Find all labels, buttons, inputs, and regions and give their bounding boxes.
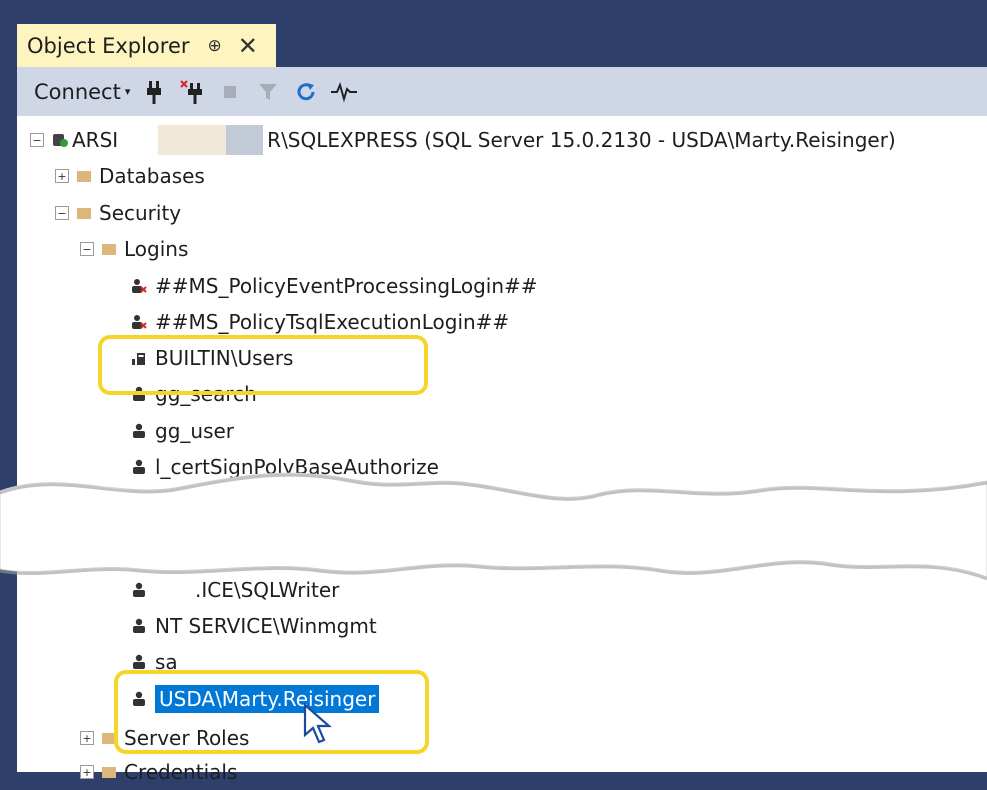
server-name-suffix: R\SQLEXPRESS (SQL Server 15.0.2130 - USD… [267, 128, 896, 152]
tree-node-security[interactable]: − Security [55, 195, 181, 231]
filter-icon[interactable] [254, 77, 282, 107]
tree-node-server[interactable]: − ARSI R\SQLEXPRESS (SQL Server 15.0.213… [30, 122, 896, 158]
pin-icon[interactable]: ⊕ [208, 36, 222, 56]
chevron-down-icon[interactable]: ▾ [125, 85, 131, 98]
database-server-icon [53, 134, 68, 147]
stop-icon[interactable] [216, 77, 244, 107]
connect-button[interactable]: Connect ▾ [34, 77, 130, 107]
login-item[interactable]: gg_user [131, 413, 234, 449]
disabled-user-icon [132, 279, 147, 293]
folder-icon [77, 170, 91, 182]
user-icon [133, 423, 145, 438]
connect-label: Connect [34, 79, 121, 104]
tab-object-explorer[interactable]: Object Explorer ⊕ ✕ [17, 24, 276, 67]
connect-plug-icon[interactable] [140, 77, 168, 107]
activity-monitor-icon[interactable] [330, 77, 358, 107]
user-icon [133, 618, 145, 633]
folder-icon [102, 766, 116, 778]
folder-icon [102, 243, 116, 255]
expand-icon[interactable]: + [80, 731, 94, 745]
login-label: gg_user [155, 419, 235, 443]
login-label: ##MS_PolicyEventProcessingLogin## [155, 274, 538, 298]
expand-icon[interactable]: + [55, 169, 69, 183]
folder-icon [77, 207, 91, 219]
login-label: NT SERVICE\Winmgmt [155, 614, 377, 638]
login-item[interactable]: ##MS_PolicyEventProcessingLogin## [131, 268, 538, 304]
login-item[interactable]: NT SERVICE\Winmgmt [131, 608, 377, 644]
highlight-ring [98, 335, 428, 395]
tree-node-logins[interactable]: − Logins [80, 231, 188, 267]
collapse-icon[interactable]: − [55, 206, 69, 220]
refresh-icon[interactable] [292, 77, 320, 107]
tree-node-databases[interactable]: + Databases [55, 158, 205, 194]
user-icon [133, 654, 145, 669]
login-label: ##MS_PolicyTsqlExecutionLogin## [155, 310, 510, 334]
disabled-user-icon [132, 315, 147, 329]
disconnect-icon[interactable] [178, 77, 206, 107]
redacted-block [158, 125, 227, 155]
object-explorer-toolbar: Connect ▾ [17, 67, 987, 116]
close-icon[interactable]: ✕ [238, 34, 258, 58]
node-label: Credentials [124, 760, 238, 784]
node-label: Logins [124, 237, 189, 261]
redacted-block [226, 125, 264, 155]
tree-node-credentials[interactable]: + Credentials [80, 754, 237, 790]
mouse-cursor-icon [303, 703, 332, 744]
node-label: Databases [99, 164, 205, 188]
collapse-icon[interactable]: − [30, 133, 44, 147]
torn-edge-divider [0, 472, 987, 581]
node-label: Security [99, 201, 182, 225]
server-name-prefix: ARSI [72, 128, 119, 152]
collapse-icon[interactable]: − [80, 242, 94, 256]
expand-icon[interactable]: + [80, 765, 94, 779]
tab-title: Object Explorer [27, 33, 190, 58]
highlight-ring [114, 670, 429, 754]
